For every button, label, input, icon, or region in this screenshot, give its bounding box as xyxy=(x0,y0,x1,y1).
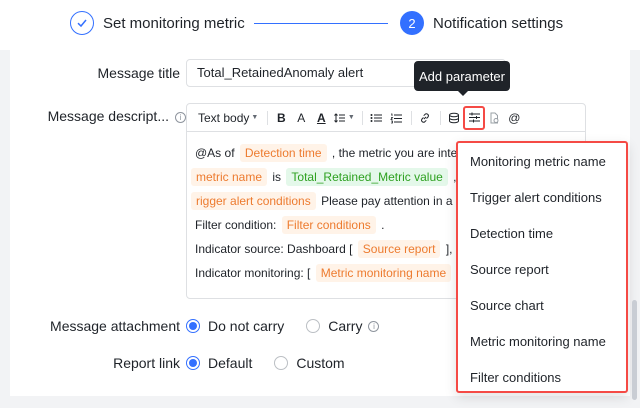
line-height-icon[interactable]: ▼ xyxy=(332,108,356,128)
text: @As of xyxy=(195,146,235,160)
toolbar-divider xyxy=(411,110,413,125)
message-description-label: Message descript... i xyxy=(10,108,186,124)
database-icon[interactable] xyxy=(445,108,463,128)
message-description-text: Message descript... xyxy=(47,108,169,124)
info-icon[interactable]: i xyxy=(175,112,186,123)
text: Indicator monitoring: [ xyxy=(195,266,311,280)
report-link-radio-group: Default Custom xyxy=(186,355,367,371)
step-set-monitoring-metric[interactable]: Set monitoring metric xyxy=(70,11,245,35)
caret-down-icon: ▼ xyxy=(251,114,259,121)
toolbar-divider xyxy=(362,110,364,125)
param-tag-detection-time[interactable]: Detection time xyxy=(239,144,327,162)
font-color-icon[interactable]: A xyxy=(292,108,310,128)
numbered-list-icon[interactable] xyxy=(387,108,405,128)
attachment-radio-group: Do not carry Carry i xyxy=(186,318,380,334)
dropdown-item-trigger-alert-conditions[interactable]: Trigger alert conditions xyxy=(458,179,626,215)
radio-label[interactable]: Do not carry xyxy=(208,318,284,334)
radio-do-not-carry[interactable] xyxy=(186,319,200,333)
toolbar-divider xyxy=(440,110,442,125)
radio-label[interactable]: Carry xyxy=(328,318,362,334)
radio-default[interactable] xyxy=(186,356,200,370)
param-tag-metric-monitoring-name[interactable]: Metric monitoring name xyxy=(315,264,452,282)
step-connector xyxy=(254,23,388,24)
editor-toolbar: Text body ▼ B A A ▼ @ xyxy=(187,104,585,132)
parameter-dropdown: Monitoring metric name Trigger alert con… xyxy=(456,141,628,393)
add-parameter-icon[interactable] xyxy=(463,105,486,130)
info-icon[interactable]: i xyxy=(368,320,380,332)
dropdown-item-source-chart[interactable]: Source chart xyxy=(458,287,626,323)
attachment-icon[interactable] xyxy=(485,108,503,128)
text-color-icon[interactable]: A xyxy=(312,108,330,128)
text: , the metric you are inte xyxy=(331,146,458,160)
link-icon[interactable] xyxy=(416,108,434,128)
add-parameter-tooltip: Add parameter xyxy=(414,61,510,96)
radio-custom[interactable] xyxy=(274,356,289,370)
message-attachment-label: Message attachment xyxy=(50,318,180,334)
param-tag-trigger-alert-conditions[interactable]: rigger alert conditions xyxy=(191,192,316,210)
report-link-label: Report link xyxy=(113,355,180,371)
steps-bar: Set monitoring metric 2 Notification set… xyxy=(0,0,640,50)
text: Indicator source: Dashboard [ xyxy=(195,242,353,256)
dropdown-item-monitoring-metric-name[interactable]: Monitoring metric name xyxy=(458,143,626,179)
message-title-label: Message title xyxy=(97,65,180,81)
param-tag-filter-conditions[interactable]: Filter conditions xyxy=(281,216,376,234)
radio-label[interactable]: Custom xyxy=(296,355,344,371)
param-tag-source-report[interactable]: Source report xyxy=(357,240,441,258)
radio-label[interactable]: Default xyxy=(208,355,252,371)
text: Filter condition: xyxy=(195,218,277,232)
step-label: Set monitoring metric xyxy=(103,14,245,32)
step-number: 2 xyxy=(400,11,424,35)
radio-carry[interactable] xyxy=(306,319,321,333)
param-tag-metric-name[interactable]: metric name xyxy=(191,168,268,186)
step-notification-settings[interactable]: 2 Notification settings xyxy=(400,11,563,35)
text: Please pay attention in a xyxy=(321,194,453,208)
mention-icon[interactable]: @ xyxy=(505,108,523,128)
check-icon xyxy=(70,11,94,35)
text-style-label: Text body xyxy=(198,110,250,125)
param-tag-metric-value[interactable]: Total_Retained_Metric value xyxy=(286,168,448,186)
text-style-select[interactable]: Text body ▼ xyxy=(195,108,261,128)
dropdown-item-detection-time[interactable]: Detection time xyxy=(458,215,626,251)
dropdown-item-filter-conditions[interactable]: Filter conditions xyxy=(458,359,626,395)
step-label: Notification settings xyxy=(433,14,564,32)
scrollbar[interactable] xyxy=(632,300,637,400)
text: . xyxy=(381,218,385,232)
dropdown-item-source-report[interactable]: Source report xyxy=(458,251,626,287)
dropdown-item-metric-monitoring-name[interactable]: Metric monitoring name xyxy=(458,323,626,359)
bold-icon[interactable]: B xyxy=(272,108,290,128)
bullet-list-icon[interactable] xyxy=(367,108,385,128)
text: is xyxy=(272,170,282,184)
caret-down-icon: ▼ xyxy=(347,114,355,121)
toolbar-divider xyxy=(267,110,269,125)
